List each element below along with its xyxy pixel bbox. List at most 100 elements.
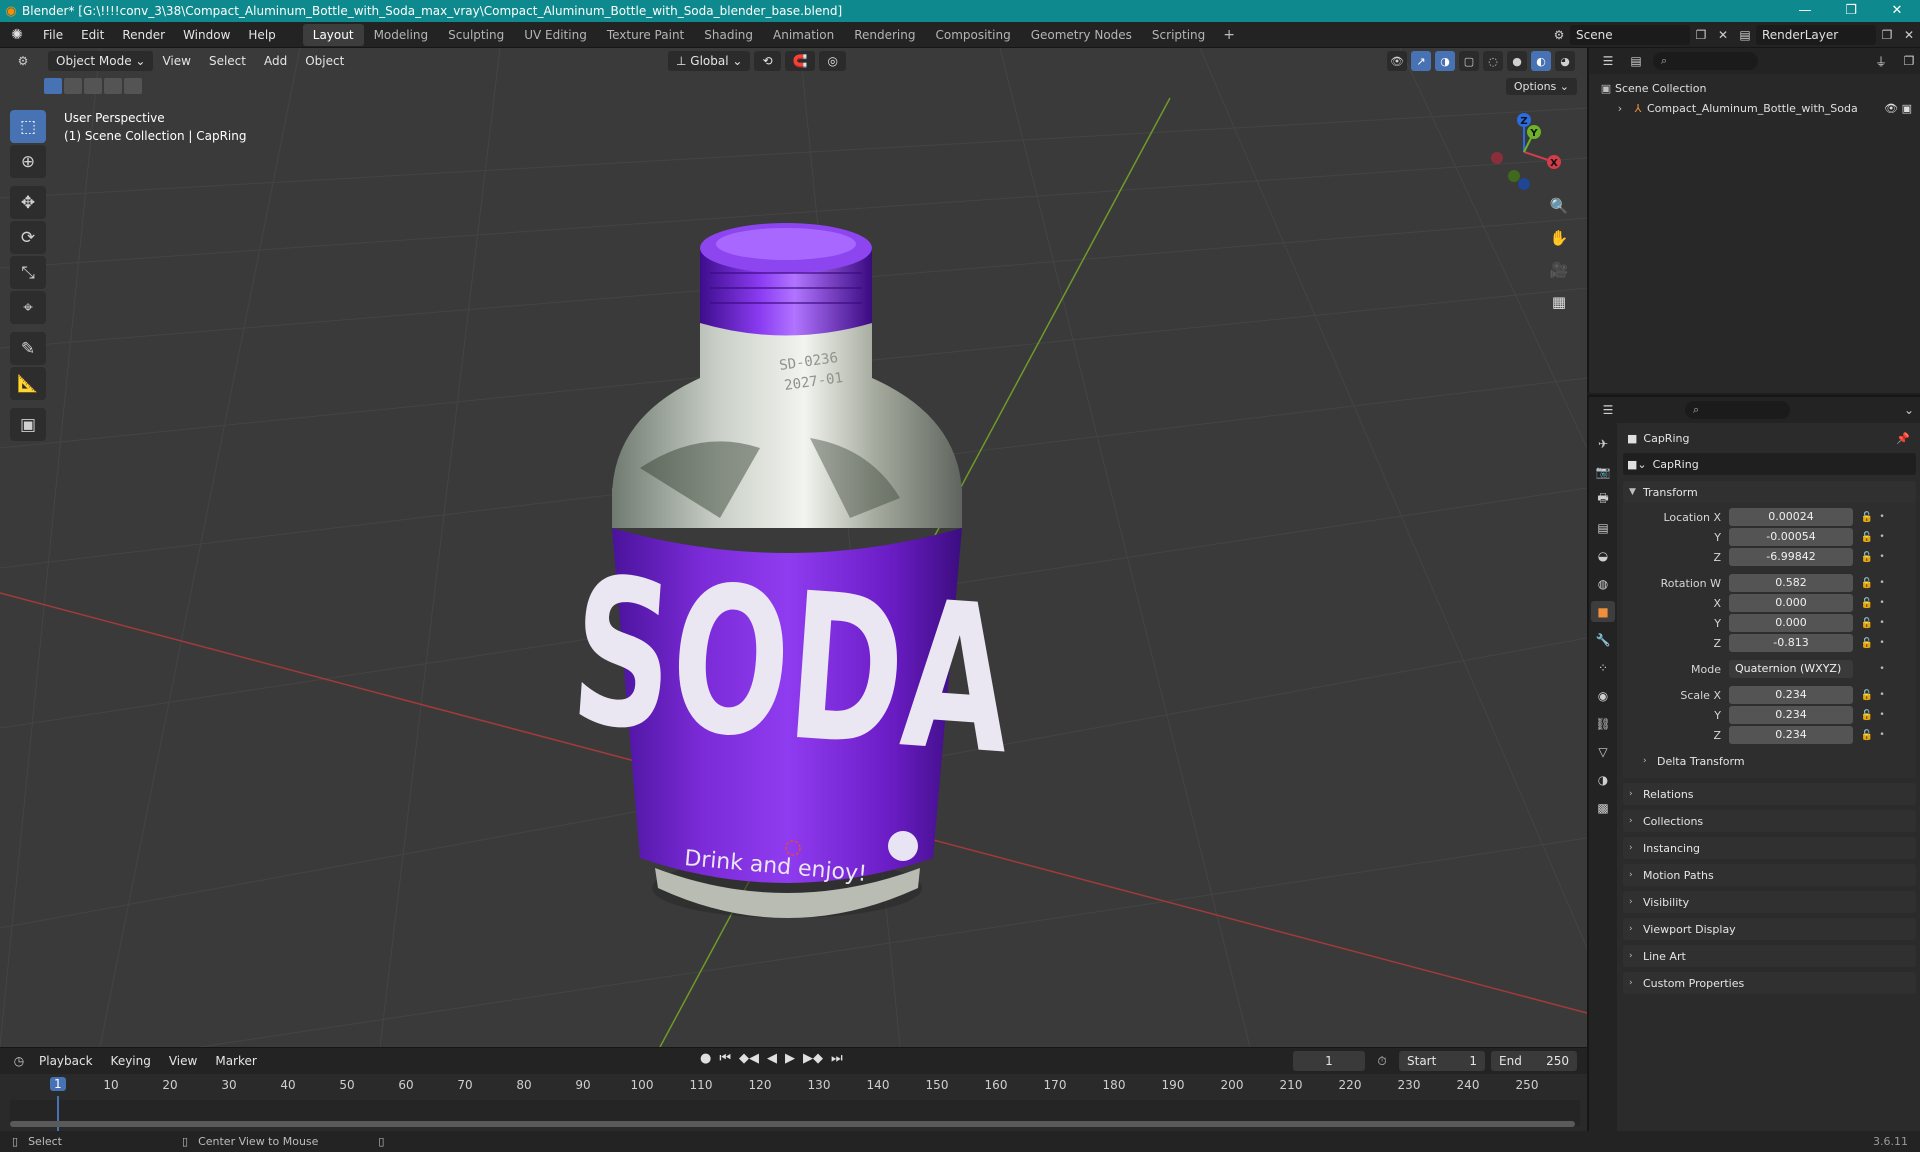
keyframe-dot-icon[interactable]: • [1877,598,1887,608]
expand-arrow-icon[interactable]: › [1611,102,1629,115]
cursor-tool-icon[interactable]: ⊕ [10,145,46,178]
tab-animation[interactable]: Animation [763,24,844,46]
next-keyframe-icon[interactable]: ▶◆ [803,1051,823,1066]
frame-ruler[interactable]: 1 10 20 30 40 50 60 70 80 90 100 110 120 130 140 150 16… [10,1077,1580,1098]
eye-visibility-icon[interactable]: 👁 ▣ [1884,102,1912,115]
outliner-object-row[interactable]: › ⅄ Compact_Aluminum_Bottle_with_Soda 👁 … [1589,98,1920,118]
tab-geometry-nodes[interactable]: Geometry Nodes [1021,24,1142,46]
motion-paths-panel-header[interactable]: › Motion Paths [1623,864,1916,886]
options-dropdown[interactable]: Options ⌄ [1505,78,1577,95]
view-layer-tab-icon[interactable]: ▤ [1591,517,1615,538]
tab-rendering[interactable]: Rendering [844,24,925,46]
maximize-button[interactable]: ❐ [1828,0,1874,22]
collections-panel-header[interactable]: › Collections [1623,810,1916,832]
prev-keyframe-icon[interactable]: ◆◀ [739,1051,759,1066]
tab-modeling[interactable]: Modeling [364,24,439,46]
rendered-shading-icon[interactable]: ◕ [1555,51,1575,71]
custom-properties-panel-header[interactable]: › Custom Properties [1623,972,1916,994]
view-layer-icon[interactable]: ▤ [1734,28,1756,42]
keyframe-dot-icon[interactable]: • [1877,690,1887,700]
proportional-edit-icon[interactable]: ◎ [819,51,846,71]
select-new-icon[interactable] [44,78,62,94]
timeline-menu-view[interactable]: View [160,1054,206,1068]
tab-compositing[interactable]: Compositing [925,24,1020,46]
outliner-scene-collection[interactable]: ▣ Scene Collection [1589,78,1920,98]
scene-tab-icon[interactable]: ◒ [1591,545,1615,566]
gizmo-toggle-icon[interactable]: ↗ [1411,51,1431,71]
lock-icon[interactable]: 🔓 [1857,532,1877,543]
scale-x-field[interactable]: 0.234 [1729,686,1853,704]
properties-search-input[interactable]: ⌕ [1685,401,1790,419]
keyframe-dot-icon[interactable]: • [1877,618,1887,628]
start-frame-field[interactable]: Start 1 [1399,1051,1485,1071]
viewport-menu-add[interactable]: Add [255,54,296,68]
physics-tab-icon[interactable]: ◉ [1591,685,1615,706]
display-mode-icon[interactable]: ▤ [1625,54,1647,68]
filter-icon[interactable]: ⏚ [1870,53,1892,70]
lock-icon[interactable]: 🔓 [1857,730,1877,741]
instancing-panel-header[interactable]: › Instancing [1623,837,1916,859]
delete-layer-icon[interactable]: ✕ [1898,28,1920,42]
viewport-menu-select[interactable]: Select [200,54,255,68]
record-icon[interactable]: ● [700,1051,711,1066]
output-tab-icon[interactable]: 🖶 [1591,489,1615,510]
properties-editor-type-icon[interactable]: ☰ [1597,403,1619,417]
constraints-tab-icon[interactable]: ⛓ [1591,713,1615,734]
pan-hand-icon[interactable]: ✋ [1545,225,1573,251]
keyframe-dot-icon[interactable]: • [1877,532,1887,542]
menu-edit[interactable]: Edit [72,22,113,48]
zoom-icon[interactable]: 🔍 [1545,193,1573,219]
solid-shading-icon[interactable]: ● [1507,51,1527,71]
jump-start-icon[interactable]: ⏮ [719,1051,731,1066]
lock-icon[interactable]: 🔓 [1857,598,1877,609]
lock-icon[interactable]: 🔓 [1857,618,1877,629]
location-y-field[interactable]: -0.00054 [1729,528,1853,546]
outliner-search-input[interactable]: ⌕ [1653,52,1758,70]
wireframe-shading-icon[interactable]: ◌ [1483,51,1503,71]
gizmo-neg-z-icon[interactable] [1518,178,1530,190]
keyframe-dot-icon[interactable]: • [1877,512,1887,522]
menu-window[interactable]: Window [174,22,239,48]
select-intersect-icon[interactable] [124,78,142,94]
scale-z-field[interactable]: 0.234 [1729,726,1853,744]
add-cube-tool-icon[interactable]: ▣ [10,408,46,441]
camera-view-icon[interactable]: 🎥 [1545,257,1573,283]
minimize-button[interactable]: — [1782,0,1828,22]
keyframe-dot-icon[interactable]: • [1877,664,1887,674]
add-workspace-button[interactable]: + [1215,27,1243,43]
viewport-menu-view[interactable]: View [153,54,199,68]
timeline-menu-marker[interactable]: Marker [206,1054,265,1068]
snap-icon[interactable]: 🧲 [784,51,816,71]
location-z-field[interactable]: -6.99842 [1729,548,1853,566]
material-tab-icon[interactable]: ◑ [1591,769,1615,790]
mode-dropdown[interactable]: Object Mode ⌄ [48,51,154,71]
scale-y-field[interactable]: 0.234 [1729,706,1853,724]
tool-tab-icon[interactable]: ✈ [1591,433,1615,454]
stopwatch-icon[interactable]: ⏱ [1371,1054,1393,1069]
select-box-tool-icon[interactable]: ⬚ [10,110,46,143]
new-layer-icon[interactable]: ❐ [1876,28,1898,42]
lock-icon[interactable]: 🔓 [1857,578,1877,589]
modifier-tab-icon[interactable]: 🔧 [1591,629,1615,650]
menu-help[interactable]: Help [239,22,284,48]
select-subtract-icon[interactable] [84,78,102,94]
scale-tool-icon[interactable]: ⤡ [10,256,46,289]
keyframe-dot-icon[interactable]: • [1877,710,1887,720]
pivot-point-icon[interactable]: ⟲ [754,51,781,71]
particles-tab-icon[interactable]: ⁘ [1591,657,1615,678]
lock-icon[interactable]: 🔓 [1857,710,1877,721]
annotate-tool-icon[interactable]: ✎ [10,332,46,365]
lock-icon[interactable]: 🔓 [1857,690,1877,701]
navigation-gizmo[interactable]: Z X Y [1479,110,1569,190]
move-tool-icon[interactable]: ✥ [10,186,46,219]
select-invert-icon[interactable] [104,78,122,94]
keyframe-dot-icon[interactable]: • [1877,638,1887,648]
rotation-x-field[interactable]: 0.000 [1729,594,1853,612]
delete-scene-icon[interactable]: ✕ [1712,28,1734,42]
transform-tool-icon[interactable]: ⌖ [10,291,46,324]
timeline-menu-playback[interactable]: Playback [30,1054,102,1068]
viewport-display-panel-header[interactable]: › Viewport Display [1623,918,1916,940]
texture-tab-icon[interactable]: ▩ [1591,797,1615,818]
menu-render[interactable]: Render [113,22,174,48]
pin-icon[interactable]: 📌 [1896,432,1910,445]
